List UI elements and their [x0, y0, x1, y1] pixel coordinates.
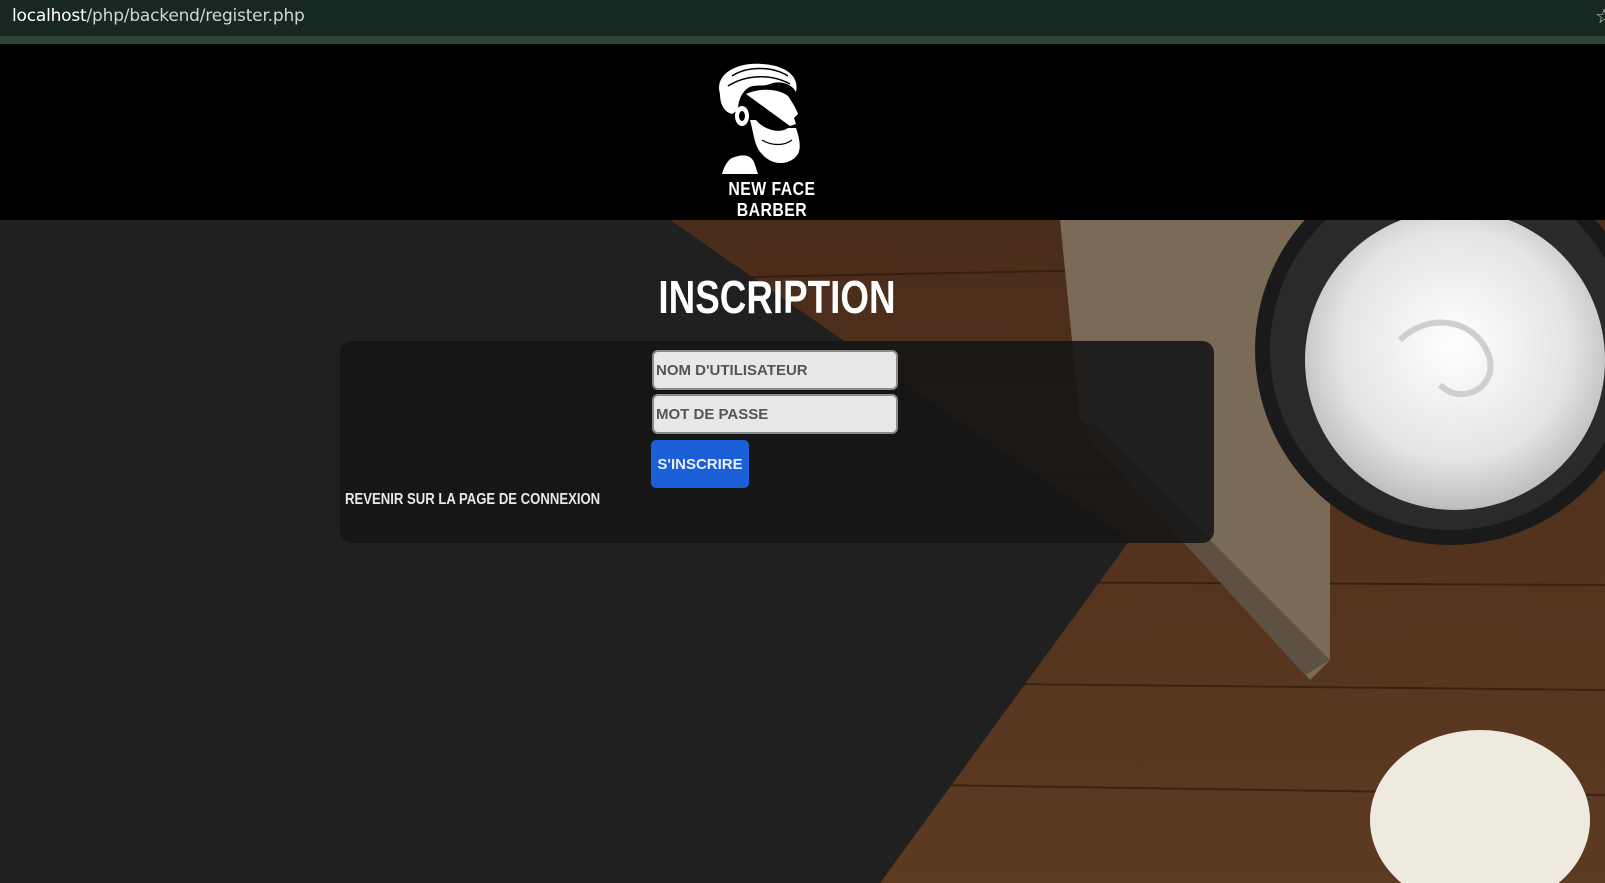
- back-to-login-link[interactable]: REVENIR SUR LA PAGE DE CONNEXION: [345, 491, 600, 509]
- url-text[interactable]: localhost/php/backend/register.php: [12, 6, 305, 26]
- brand-name: NEW FACE BARBER: [728, 179, 816, 220]
- barber-head-logo-icon: [719, 63, 800, 174]
- register-card: S'INSCRIRE REVENIR SUR LA PAGE DE CONNEX…: [340, 341, 1214, 543]
- brand-logo[interactable]: NEW FACE BARBER: [692, 54, 852, 220]
- page-title: INSCRIPTION: [658, 271, 896, 323]
- username-input[interactable]: [652, 350, 898, 390]
- url-host: localhost: [12, 6, 87, 26]
- browser-address-bar[interactable]: localhost/php/backend/register.php ☆: [0, 0, 1605, 44]
- password-input[interactable]: [652, 394, 898, 434]
- hero-background: INSCRIPTION S'INSCRIRE REVENIR SUR LA PA…: [0, 220, 1605, 883]
- url-path: /php/backend/register.php: [86, 6, 305, 26]
- site-header: NEW FACE BARBER: [0, 44, 1605, 220]
- star-icon[interactable]: ☆: [1595, 4, 1605, 29]
- register-button[interactable]: S'INSCRIRE: [651, 440, 749, 488]
